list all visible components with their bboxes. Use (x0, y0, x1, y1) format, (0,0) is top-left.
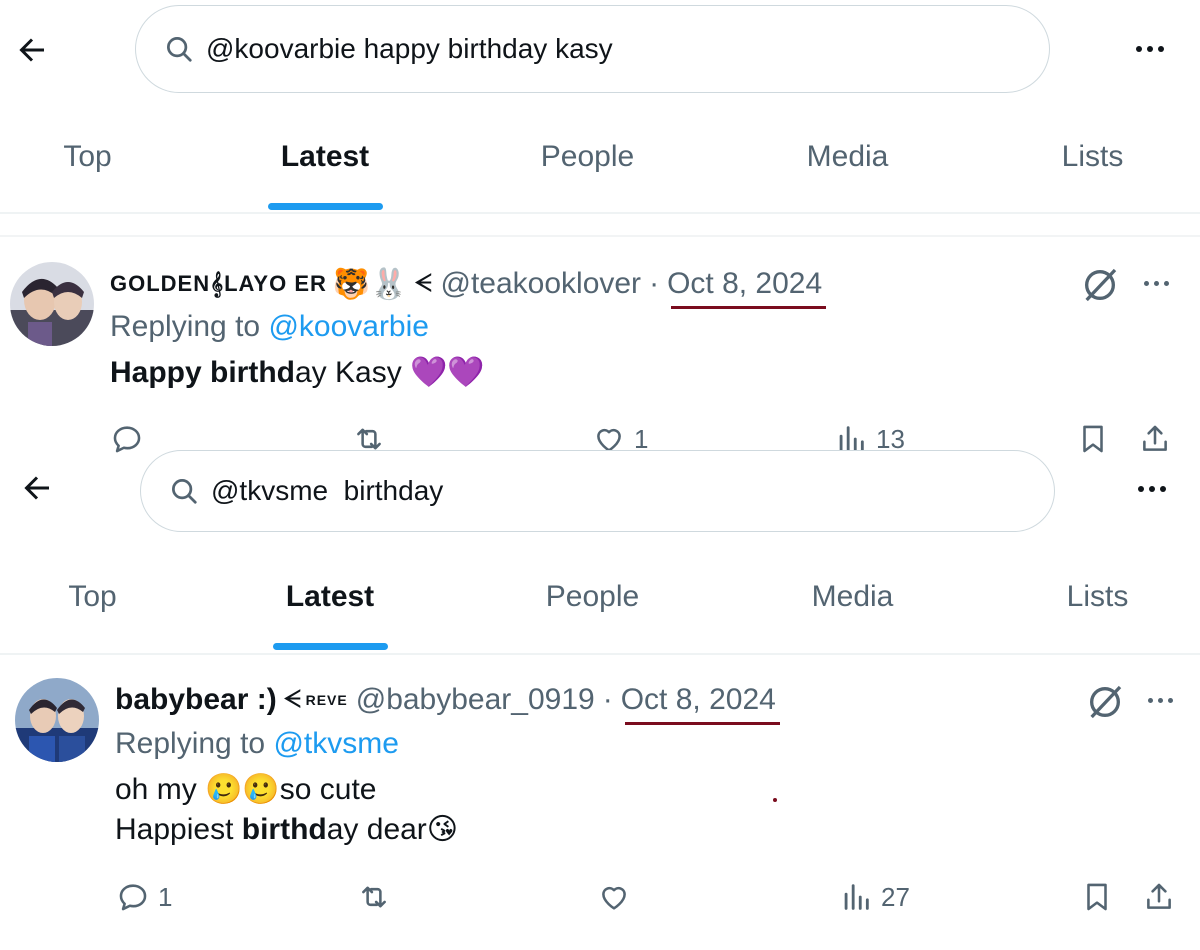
more-button[interactable] (1130, 474, 1174, 504)
like-icon (602, 886, 626, 910)
search-icon (172, 479, 197, 504)
separator: · (602, 683, 613, 716)
retweet-icon (362, 886, 386, 908)
separator: · (649, 267, 660, 300)
mention-link[interactable]: @tkvsme (273, 727, 398, 760)
search-query: @tkvsme birthday (211, 475, 444, 506)
tab-top[interactable]: Top (40, 102, 135, 212)
display-name[interactable]: babybear :) (115, 683, 277, 717)
search-tabs: Top Latest People Media Lists (0, 542, 1200, 652)
back-button[interactable] (10, 28, 54, 72)
tweet-date[interactable]: Oct 8, 2024 (621, 683, 780, 725)
replying-to: Replying to @tkvsme (115, 727, 399, 761)
tweet-date[interactable]: Oct 8, 2024 (667, 267, 827, 309)
reply-icon (119, 884, 147, 911)
search-panel-1: @koovarbie happy birthday kasy Top Lates… (0, 0, 1200, 454)
active-tab-indicator (268, 203, 383, 210)
fan-badge-icon: ᗕ (413, 268, 433, 298)
back-button[interactable] (15, 466, 59, 510)
tweet-text: Happy birthday Kasy 💜💜 (110, 353, 485, 393)
view-count: 27 (881, 881, 910, 912)
reply-count: 1 (158, 881, 173, 912)
back-arrow-icon (24, 476, 49, 500)
section-divider (0, 235, 1200, 237)
retweet-button[interactable] (357, 880, 399, 914)
bookmark-icon (1087, 883, 1107, 911)
search-icon (167, 37, 192, 62)
grok-icon[interactable] (1085, 682, 1125, 722)
search-input[interactable]: @tkvsme birthday (140, 450, 1055, 532)
display-name-emojis: 🐯🐰 (332, 267, 408, 301)
display-name[interactable]: GOLDEN𝄞LAYO ER (110, 271, 327, 297)
share-button[interactable] (1142, 880, 1176, 914)
user-handle[interactable]: @teakooklover (441, 267, 642, 301)
grok-icon[interactable] (1080, 265, 1120, 305)
tweet-text-line-1: oh my 🥲🥲so cute (115, 773, 377, 806)
tweet-text-bold: Happy birthd (110, 356, 295, 389)
tab-latest[interactable]: Latest (260, 542, 400, 652)
replying-to: Replying to @koovarbie (110, 310, 429, 344)
tabs-divider (0, 653, 1200, 655)
tweet-text-rest: ay Kasy 💜💜 (295, 356, 485, 389)
replying-prefix: Replying to (115, 727, 266, 760)
avatar[interactable] (10, 262, 94, 346)
views-icon (844, 884, 869, 910)
tab-latest[interactable]: Latest (255, 102, 395, 212)
bookmark-button[interactable] (1080, 880, 1114, 914)
avatar[interactable] (15, 678, 99, 762)
like-button[interactable] (597, 880, 639, 914)
tweet-more-button[interactable] (1138, 685, 1182, 715)
tab-lists[interactable]: Lists (1040, 102, 1145, 212)
tab-lists[interactable]: Lists (1045, 542, 1150, 652)
badge-text: REVE (305, 692, 348, 708)
tweet-text: oh my 🥲🥲so cute Happiest birthday dear😘 (115, 770, 458, 850)
tab-people[interactable]: People (520, 102, 655, 212)
share-icon (1147, 883, 1171, 909)
tab-people[interactable]: People (525, 542, 660, 652)
tab-media[interactable]: Media (790, 542, 915, 652)
tweet-header: babybear :) ᗕ REVE @babybear_0919 · Oct … (115, 678, 780, 725)
search-input[interactable]: @koovarbie happy birthday kasy (135, 5, 1050, 93)
tab-top[interactable]: Top (45, 542, 140, 652)
active-tab-indicator (273, 643, 388, 650)
reply-button[interactable]: 1 (116, 880, 172, 914)
user-handle[interactable]: @babybear_0919 (356, 683, 595, 717)
search-panel-2: @tkvsme birthday Top Latest People Media… (0, 450, 1200, 950)
more-button[interactable] (1128, 34, 1172, 64)
tab-media[interactable]: Media (785, 102, 910, 212)
tabs-divider (0, 212, 1200, 214)
tweet-text-plain: Happiest (115, 813, 242, 846)
fan-badge-icon: ᗕ (282, 684, 302, 714)
tweet-more-button[interactable] (1134, 268, 1178, 298)
tweet-header: GOLDEN𝄞LAYO ER 🐯🐰 ᗕ @teakooklover · Oct … (110, 262, 827, 309)
search-query: @koovarbie happy birthday kasy (206, 33, 613, 64)
stray-mark (773, 798, 777, 802)
replying-prefix: Replying to (110, 310, 261, 343)
views-button[interactable]: 27 (839, 880, 910, 914)
tweet-text-rest: ay dear😘 (326, 813, 459, 846)
search-tabs: Top Latest People Media Lists (0, 102, 1200, 212)
mention-link[interactable]: @koovarbie (268, 310, 429, 343)
tweet-text-bold: birthd (241, 813, 327, 846)
back-arrow-icon (19, 38, 44, 62)
tweet-text-line-2: Happiest birthday dear😘 (115, 810, 458, 850)
